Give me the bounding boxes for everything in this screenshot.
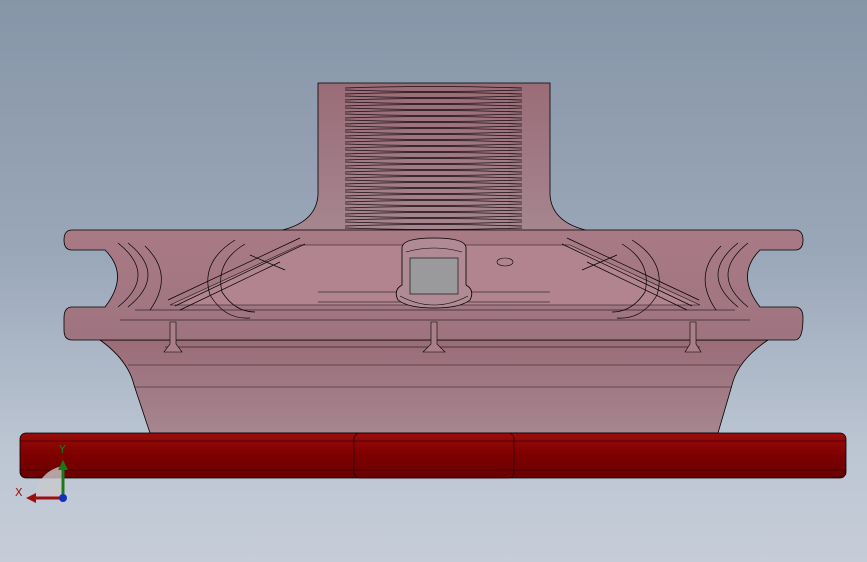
triad-x-label: X	[15, 486, 23, 499]
model-view[interactable]	[0, 0, 867, 562]
lower-skirt[interactable]	[98, 339, 770, 434]
base-plate[interactable]	[19, 432, 847, 479]
triad-y-label: Y	[59, 443, 66, 456]
graphics-viewport[interactable]: Y X	[0, 0, 867, 562]
